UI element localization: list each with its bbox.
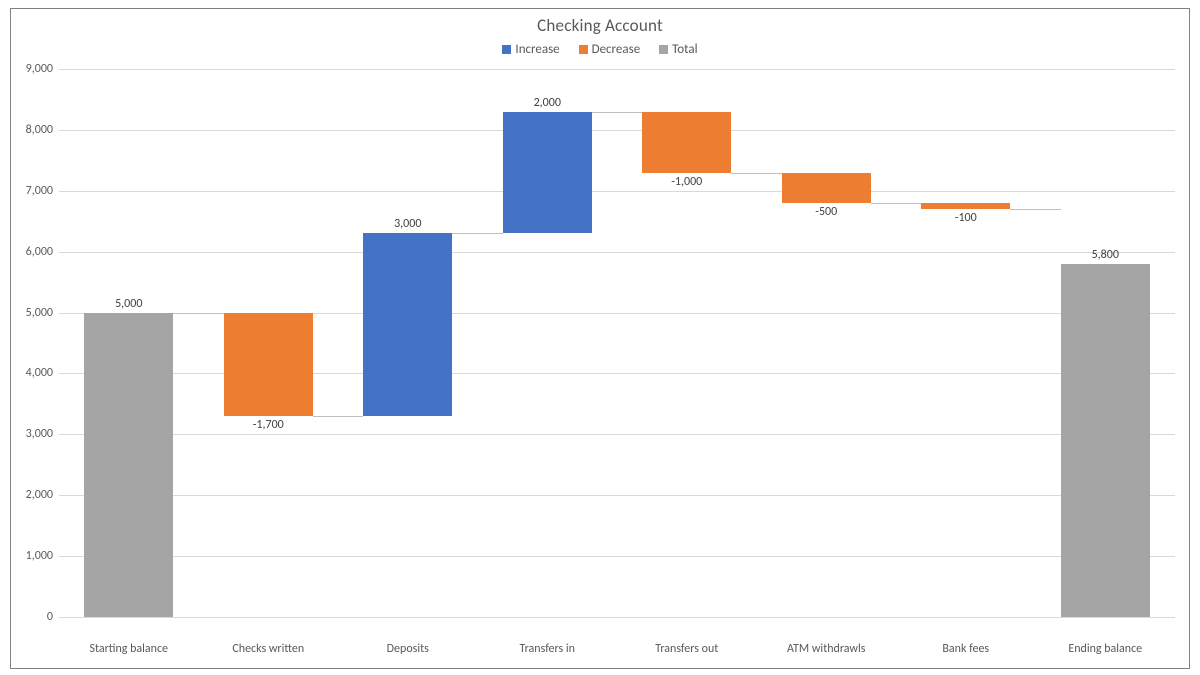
x-axis-categories: Starting balanceChecks writtenDepositsTr…	[59, 642, 1175, 656]
x-category-label: Transfers in	[478, 642, 618, 656]
data-label: -1,700	[199, 418, 339, 432]
bar-slot: -1,700	[199, 69, 339, 617]
connector-line	[1010, 209, 1060, 210]
gridline	[59, 617, 1175, 618]
chart-frame: Checking Account Increase Decrease Total…	[0, 0, 1200, 675]
y-tick-label: 1,000	[26, 549, 53, 563]
bar-slot: -100	[896, 69, 1036, 617]
y-tick-label: 2,000	[26, 488, 53, 502]
y-tick-label: 8,000	[26, 123, 53, 137]
bar-decrease[interactable]	[921, 203, 1010, 209]
y-tick-label: 7,000	[26, 184, 53, 198]
x-category-label: Starting balance	[59, 642, 199, 656]
y-tick-label: 3,000	[26, 427, 53, 441]
y-tick-label: 0	[47, 610, 53, 624]
chart-area[interactable]: Checking Account Increase Decrease Total…	[10, 8, 1190, 669]
bar-decrease[interactable]	[782, 173, 871, 203]
data-label: -100	[896, 211, 1036, 225]
data-label: 5,000	[59, 297, 199, 311]
bar-slot: 5,800	[1036, 69, 1176, 617]
bar-slot: -1,000	[617, 69, 757, 617]
bar-total[interactable]	[84, 313, 173, 617]
bar-slot: 3,000	[338, 69, 478, 617]
data-label: -500	[757, 205, 897, 219]
y-tick-label: 6,000	[26, 245, 53, 259]
plot-wrap: 01,0002,0003,0004,0005,0006,0007,0008,00…	[59, 69, 1175, 636]
legend-swatch-increase	[502, 45, 511, 54]
data-label: 5,800	[1036, 248, 1176, 262]
legend-item-decrease[interactable]: Decrease	[579, 42, 641, 57]
y-tick-label: 5,000	[26, 306, 53, 320]
y-tick-label: 4,000	[26, 366, 53, 380]
bar-increase[interactable]	[503, 112, 592, 234]
bar-slot: 2,000	[478, 69, 618, 617]
connector-line	[871, 203, 921, 204]
connector-line	[313, 416, 363, 417]
data-label: 3,000	[338, 217, 478, 231]
x-category-label: Transfers out	[617, 642, 757, 656]
plot-area[interactable]: 01,0002,0003,0004,0005,0006,0007,0008,00…	[59, 69, 1175, 618]
bar-slot: -500	[757, 69, 897, 617]
bars-row: 5,000 -1,700 3,000 2,000 -1,000 -500-100 5,800	[59, 69, 1175, 617]
legend-label-total: Total	[672, 42, 697, 57]
bar-total[interactable]	[1061, 264, 1150, 617]
connector-line	[731, 173, 781, 174]
x-category-label: Bank fees	[896, 642, 1036, 656]
legend-swatch-total	[659, 45, 668, 54]
bar-decrease[interactable]	[642, 112, 731, 173]
legend-swatch-decrease	[579, 45, 588, 54]
legend-item-increase[interactable]: Increase	[502, 42, 559, 57]
y-tick-label: 9,000	[26, 62, 53, 76]
chart-legend: Increase Decrease Total	[11, 36, 1189, 58]
x-category-label: Ending balance	[1036, 642, 1176, 656]
legend-item-total[interactable]: Total	[659, 42, 697, 57]
x-category-label: Deposits	[338, 642, 478, 656]
legend-label-increase: Increase	[515, 42, 559, 57]
bar-decrease[interactable]	[224, 313, 313, 417]
chart-title: Checking Account	[11, 9, 1189, 36]
x-category-label: ATM withdrawls	[757, 642, 897, 656]
bar-slot: 5,000	[59, 69, 199, 617]
connector-line	[452, 233, 502, 234]
legend-label-decrease: Decrease	[592, 42, 641, 57]
data-label: 2,000	[478, 96, 618, 110]
data-label: -1,000	[617, 175, 757, 189]
connector-line	[592, 112, 642, 113]
bar-increase[interactable]	[363, 233, 452, 416]
x-category-label: Checks written	[199, 642, 339, 656]
connector-line	[173, 313, 223, 314]
